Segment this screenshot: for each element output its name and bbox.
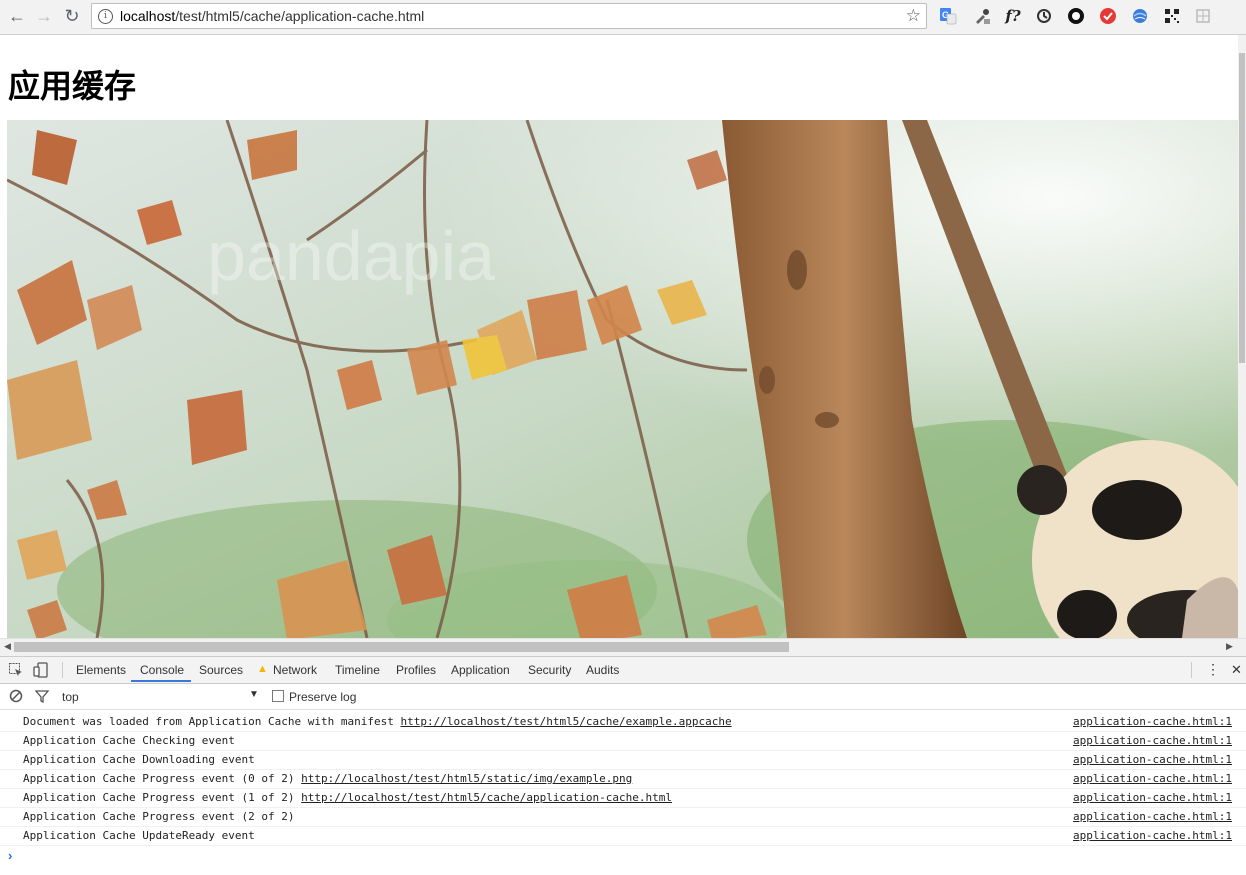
console-prompt[interactable]: ›: [8, 848, 12, 863]
divider: [1191, 662, 1192, 678]
translate-icon[interactable]: G: [938, 6, 958, 26]
message-link[interactable]: http://localhost/test/html5/cache/exampl…: [401, 715, 732, 728]
vertical-scrollbar-thumb[interactable]: [1239, 53, 1245, 363]
console-message-text: Application Cache Downloading event: [23, 751, 255, 769]
tab-audits[interactable]: Audits: [586, 663, 619, 677]
message-source-link[interactable]: application-cache.html:1: [1073, 808, 1232, 826]
tab-console[interactable]: Console: [140, 663, 184, 677]
forward-arrow-icon: →: [35, 5, 53, 26]
message-text: Application Cache Downloading event: [23, 753, 255, 766]
message-link[interactable]: http://localhost/test/html5/static/img/e…: [301, 772, 632, 785]
console-message-text: Document was loaded from Application Cac…: [23, 713, 732, 731]
message-text: Application Cache Checking event: [23, 734, 235, 747]
message-source-link[interactable]: application-cache.html:1: [1073, 789, 1232, 807]
check-icon[interactable]: [1098, 6, 1118, 26]
context-selector[interactable]: top: [62, 690, 79, 704]
tab-application[interactable]: Application: [451, 663, 510, 677]
inspect-element-icon[interactable]: [8, 662, 24, 678]
console-message: Document was loaded from Application Cac…: [0, 713, 1246, 732]
message-link[interactable]: http://localhost/test/html5/cache/applic…: [301, 791, 672, 804]
message-text: Application Cache Progress event (1 of 2…: [23, 791, 302, 804]
tab-elements[interactable]: Elements: [76, 663, 126, 677]
site-info-icon[interactable]: i: [98, 9, 113, 24]
message-source-link[interactable]: application-cache.html:1: [1073, 770, 1232, 788]
vertical-scrollbar[interactable]: [1238, 35, 1246, 638]
url-path: /test/html5/cache/application-cache.html: [175, 8, 425, 24]
horizontal-scrollbar-thumb[interactable]: [14, 642, 789, 652]
console-message-text: Application Cache UpdateReady event: [23, 827, 255, 845]
scroll-left-icon[interactable]: ◀: [4, 641, 11, 652]
close-icon[interactable]: ✕: [1231, 662, 1242, 678]
message-source-link[interactable]: application-cache.html:1: [1073, 732, 1232, 750]
console-toolbar: top ▼ Preserve log: [0, 684, 1246, 710]
console-message: Application Cache Downloading event appli…: [0, 751, 1246, 770]
preserve-log-checkbox[interactable]: [272, 690, 284, 702]
tab-sources[interactable]: Sources: [199, 663, 243, 677]
message-source-link[interactable]: application-cache.html:1: [1073, 713, 1232, 731]
message-text: Application Cache Progress event (0 of 2…: [23, 772, 302, 785]
devtools-tabbar: Elements Console Sources ▲ Network Timel…: [0, 657, 1246, 684]
scroll-right-icon[interactable]: ▶: [1226, 641, 1233, 652]
circle-icon[interactable]: [1066, 6, 1086, 26]
reload-icon: ↻: [64, 5, 80, 26]
message-source-link[interactable]: application-cache.html:1: [1073, 827, 1232, 845]
console-message: Application Cache Progress event (0 of 2…: [0, 770, 1246, 789]
console-message-text: Application Cache Progress event (2 of 2…: [23, 808, 295, 826]
active-tab-indicator: [131, 680, 191, 682]
console-message-text: Application Cache Checking event: [23, 732, 235, 750]
address-bar[interactable]: i localhost/test/html5/cache/application…: [91, 3, 927, 29]
filter-icon[interactable]: [34, 689, 50, 708]
puzzle-icon[interactable]: [1193, 6, 1213, 26]
tab-security[interactable]: Security: [528, 663, 571, 677]
console-message: Application Cache Progress event (2 of 2…: [0, 808, 1246, 827]
back-button[interactable]: ←: [6, 5, 28, 27]
message-text: Document was loaded from Application Cac…: [23, 715, 401, 728]
devtools-menu-icon[interactable]: ⋮: [1206, 661, 1220, 678]
tab-timeline[interactable]: Timeline: [335, 663, 380, 677]
message-source-link[interactable]: application-cache.html:1: [1073, 751, 1232, 769]
console-message-text: Application Cache Progress event (1 of 2…: [23, 789, 672, 807]
preserve-log-label: Preserve log: [289, 690, 357, 704]
divider: [62, 662, 63, 678]
message-text: Application Cache UpdateReady event: [23, 829, 255, 842]
browser-toolbar: ← → ↻ i localhost/test/html5/cache/appli…: [0, 0, 1246, 35]
url-host: localhost: [120, 8, 176, 24]
page-viewport: 应用缓存 pandapia: [0, 35, 1238, 638]
horizontal-scrollbar[interactable]: ◀ ▶: [0, 638, 1246, 656]
clear-console-icon[interactable]: [9, 689, 23, 708]
back-arrow-icon: ←: [8, 5, 26, 26]
warning-icon: ▲: [257, 663, 268, 675]
url-text[interactable]: localhost/test/html5/cache/application-c…: [120, 8, 424, 24]
console-messages: Document was loaded from Application Cac…: [0, 713, 1246, 846]
devtools-panel: Elements Console Sources ▲ Network Timel…: [0, 656, 1246, 875]
device-toolbar-icon[interactable]: [33, 662, 49, 678]
context-dropdown-icon[interactable]: ▼: [249, 689, 259, 700]
sync-icon[interactable]: [1034, 6, 1054, 26]
console-message: Application Cache UpdateReady event appli…: [0, 827, 1246, 846]
page-title: 应用缓存: [8, 67, 137, 105]
bookmark-star-icon[interactable]: ☆: [906, 6, 921, 26]
console-message: Application Cache Checking event applicat…: [0, 732, 1246, 751]
font-icon[interactable]: f?: [1003, 6, 1023, 26]
globe-icon[interactable]: [1130, 6, 1150, 26]
message-text: Application Cache Progress event (2 of 2…: [23, 810, 295, 823]
panda-photo: pandapia: [7, 120, 1238, 638]
tab-network[interactable]: Network: [273, 663, 317, 677]
svg-text:pandapia: pandapia: [207, 217, 495, 295]
reload-button[interactable]: ↻: [61, 5, 83, 27]
eyedropper-icon[interactable]: [972, 6, 992, 26]
forward-button[interactable]: →: [33, 5, 55, 27]
tab-profiles[interactable]: Profiles: [396, 663, 436, 677]
console-message: Application Cache Progress event (1 of 2…: [0, 789, 1246, 808]
console-message-text: Application Cache Progress event (0 of 2…: [23, 770, 632, 788]
qr-icon[interactable]: [1162, 6, 1182, 26]
